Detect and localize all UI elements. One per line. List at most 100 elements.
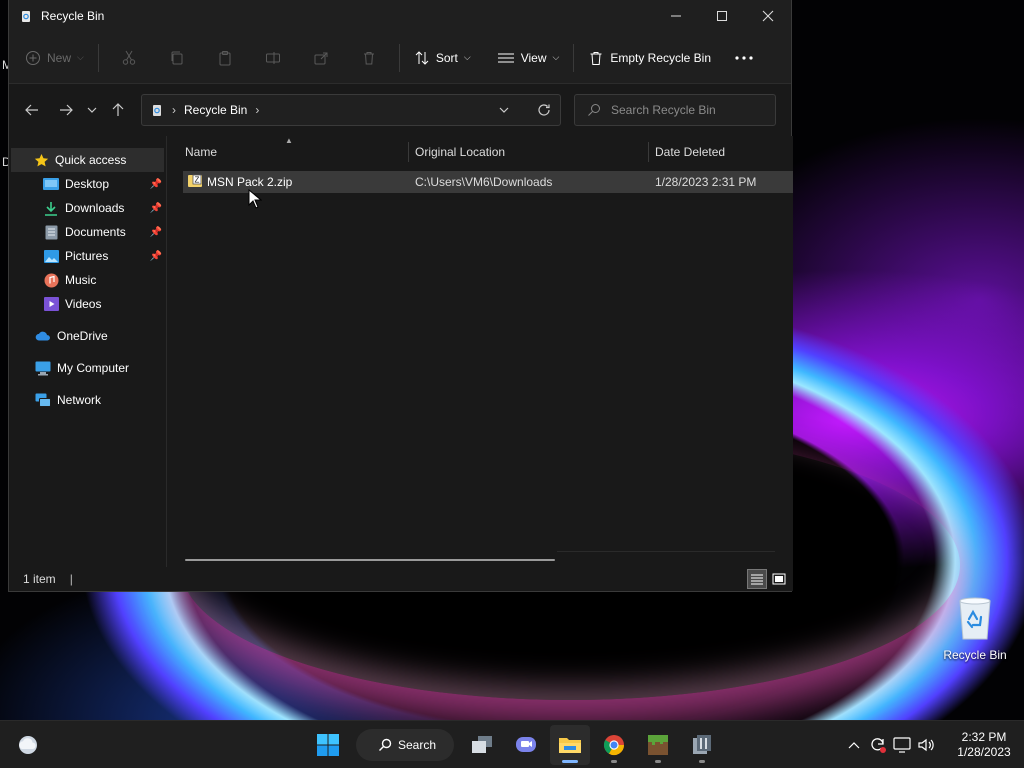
app-taskbar-button[interactable] <box>682 725 722 765</box>
close-button[interactable] <box>745 0 791 32</box>
more-dots-icon <box>735 55 753 60</box>
nav-downloads[interactable]: Downloads 📌 <box>9 196 166 220</box>
clock-time: 2:32 PM <box>961 730 1007 744</box>
search-input[interactable] <box>611 103 761 117</box>
up-button[interactable] <box>103 95 133 125</box>
rename-icon <box>265 51 280 64</box>
file-name-cell: Z MSN Pack 2.zip <box>183 173 415 192</box>
column-header-name[interactable]: Name ▲ <box>167 136 409 168</box>
chevron-down-icon: ⌵ <box>77 52 84 62</box>
nav-label: Quick access <box>55 153 127 167</box>
sort-button[interactable]: Sort ⌵ <box>406 42 479 74</box>
cut-button[interactable] <box>105 42 153 74</box>
refresh-icon <box>538 104 550 116</box>
status-bar: 1 item | <box>9 567 793 591</box>
nav-pictures[interactable]: Pictures 📌 <box>9 244 166 268</box>
scrollbar-track <box>557 551 775 552</box>
nav-videos[interactable]: Videos <box>9 292 166 316</box>
search-box[interactable] <box>574 94 776 126</box>
chrome-icon <box>603 735 625 756</box>
view-button[interactable]: View ⌵ <box>489 42 568 74</box>
rename-button[interactable] <box>249 42 297 74</box>
breadcrumb-recycle-bin[interactable]: Recycle Bin <box>184 103 247 117</box>
nav-documents[interactable]: Documents 📌 <box>9 220 166 244</box>
nav-onedrive[interactable]: OneDrive <box>9 324 166 348</box>
new-button[interactable]: New ⌵ <box>17 42 92 74</box>
view-toggle-group <box>747 569 789 589</box>
nav-desktop[interactable]: Desktop 📌 <box>9 172 166 196</box>
clock-button[interactable]: 2:32 PM 1/28/2023 <box>944 730 1024 760</box>
plus-circle-icon <box>26 50 40 65</box>
nav-label: My Computer <box>57 361 130 375</box>
chevron-down-icon <box>499 107 509 113</box>
breadcrumb-chevron-icon: › <box>255 103 260 117</box>
trash-icon <box>590 51 602 65</box>
share-icon <box>314 52 328 64</box>
chevron-down-icon: ⌵ <box>463 52 471 62</box>
view-icon <box>497 53 514 62</box>
title-bar[interactable]: Recycle Bin <box>9 0 791 32</box>
pin-icon: 📌 <box>149 178 162 190</box>
recycle-bin-icon <box>19 9 33 23</box>
maximize-icon <box>717 11 727 21</box>
sync-status-button[interactable] <box>866 733 890 757</box>
star-icon <box>33 152 49 168</box>
delete-button[interactable] <box>345 42 393 74</box>
network-status-button[interactable] <box>890 733 914 757</box>
copy-button[interactable] <box>153 42 201 74</box>
mouse-pointer-icon <box>248 189 262 209</box>
task-view-icon <box>472 736 492 753</box>
document-icon <box>43 224 59 240</box>
file-explorer-taskbar-button[interactable] <box>550 725 590 765</box>
toolbar-divider <box>398 43 400 72</box>
nav-my-computer[interactable]: My Computer <box>9 356 166 380</box>
forward-button[interactable] <box>51 95 81 125</box>
paste-button[interactable] <box>201 42 249 74</box>
chrome-taskbar-button[interactable] <box>594 725 634 765</box>
start-button[interactable] <box>308 725 348 765</box>
nav-label: Desktop <box>65 177 110 191</box>
nav-music[interactable]: Music <box>9 268 166 292</box>
tiles-view-button[interactable] <box>769 569 789 589</box>
view-button-label: View <box>520 50 547 65</box>
weather-widget-icon[interactable] <box>16 733 40 757</box>
teams-chat-button[interactable] <box>506 725 546 765</box>
minecraft-taskbar-button[interactable] <box>638 725 678 765</box>
svg-text:Z: Z <box>195 175 200 184</box>
horizontal-scrollbar[interactable] <box>185 559 555 561</box>
pin-icon: 📌 <box>149 250 162 262</box>
recent-locations-button[interactable] <box>81 95 103 125</box>
empty-recycle-bin-button[interactable]: Empty Recycle Bin <box>580 42 719 74</box>
address-history-dropdown[interactable] <box>488 95 520 125</box>
refresh-button[interactable] <box>528 95 560 125</box>
pictures-icon <box>43 248 59 264</box>
pin-icon: 📌 <box>149 202 162 214</box>
back-button[interactable] <box>17 95 47 125</box>
search-icon <box>588 104 600 116</box>
nav-label: Network <box>57 393 102 407</box>
task-view-button[interactable] <box>462 725 502 765</box>
taskbar-search-button[interactable]: Search <box>356 729 454 761</box>
show-hidden-icons-button[interactable] <box>842 733 866 757</box>
sort-button-label: Sort <box>435 50 458 65</box>
desktop-recycle-bin-shortcut[interactable]: Recycle Bin <box>940 595 1010 662</box>
column-header-name-label: Name <box>185 145 218 159</box>
zip-file-icon: Z <box>187 173 203 192</box>
details-view-button[interactable] <box>747 569 767 589</box>
window-title: Recycle Bin <box>41 9 105 23</box>
minimize-button[interactable] <box>653 0 699 32</box>
file-row[interactable]: Z MSN Pack 2.zip C:\Users\VM6\Downloads … <box>183 171 793 193</box>
column-header-original-location[interactable]: Original Location <box>409 136 649 168</box>
windows-logo-icon <box>317 734 339 756</box>
column-header-date-deleted[interactable]: Date Deleted <box>649 136 789 168</box>
maximize-button[interactable] <box>699 0 745 32</box>
new-button-label: New <box>47 50 72 65</box>
nav-network[interactable]: Network <box>9 388 166 412</box>
more-options-button[interactable] <box>727 42 761 74</box>
toolbar-divider <box>573 43 575 72</box>
nav-quick-access[interactable]: Quick access <box>11 148 164 172</box>
share-button[interactable] <box>297 42 345 74</box>
details-view-icon <box>751 574 763 585</box>
address-bar[interactable]: › Recycle Bin › <box>141 94 561 126</box>
volume-button[interactable] <box>914 733 938 757</box>
